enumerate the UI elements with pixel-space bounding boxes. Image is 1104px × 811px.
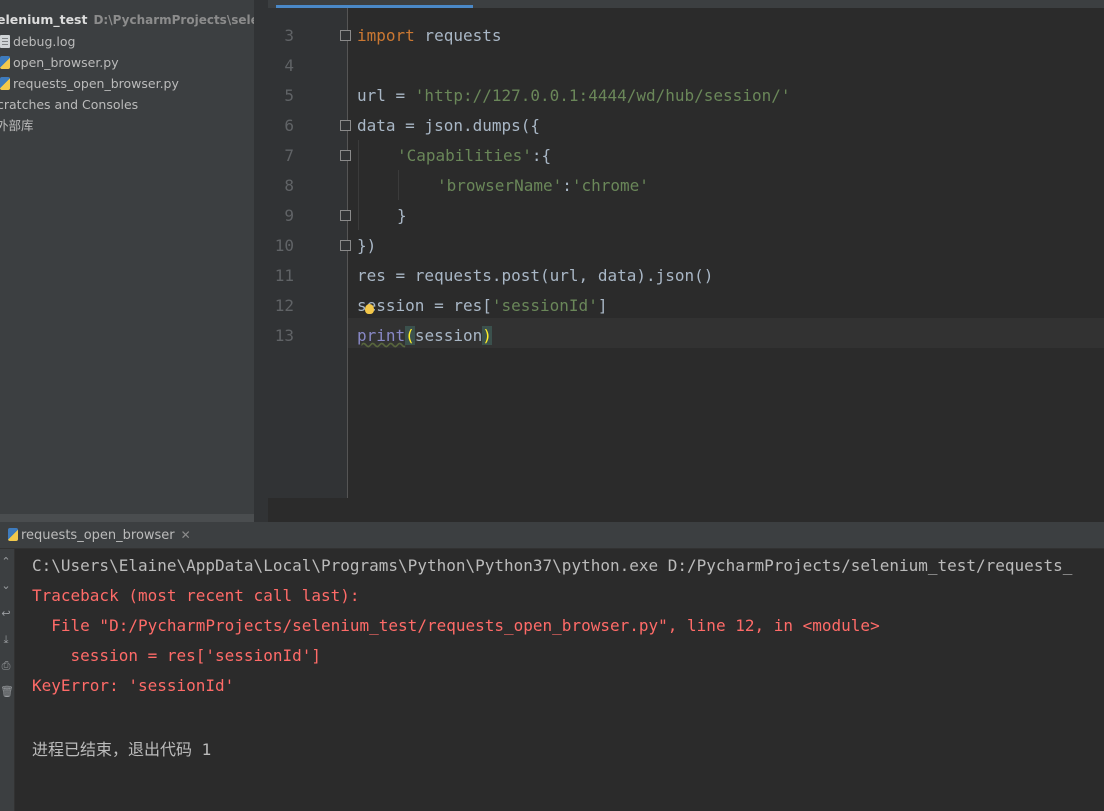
line-number: 5 bbox=[284, 86, 294, 105]
code-line-11: res = requests.post(url, data).json() bbox=[357, 266, 713, 285]
run-tab-bar: requests_open_browser ✕ bbox=[0, 522, 1104, 549]
code-line-6: data = json.dumps({ bbox=[357, 116, 540, 135]
editor-bottom-strip bbox=[268, 498, 1104, 522]
tree-item-open-browser[interactable]: open_browser.py bbox=[0, 53, 119, 73]
fold-marker-icon[interactable] bbox=[340, 240, 351, 251]
project-root-path: D:\PycharmProjects\selenium_te bbox=[93, 13, 254, 27]
fold-marker-icon[interactable] bbox=[340, 210, 351, 221]
run-tab-requests-open-browser[interactable]: requests_open_browser ✕ bbox=[0, 522, 197, 549]
line-number: 8 bbox=[284, 176, 294, 195]
trash-icon[interactable]: 🗑 bbox=[0, 685, 14, 698]
code-line-12: session = res['sessionId'] bbox=[357, 296, 607, 315]
tree-item-requests-open-browser[interactable]: requests_open_browser.py bbox=[0, 74, 179, 94]
code-token: } bbox=[397, 206, 407, 225]
string-token: 'chrome' bbox=[571, 176, 649, 195]
python-file-icon bbox=[0, 56, 10, 69]
tab-requests-open-browser[interactable] bbox=[276, 0, 473, 8]
run-panel: requests_open_browser ✕ ⌃ ⌄ ↩ ⤓ ⎙ 🗑 C:\Us… bbox=[0, 522, 1104, 811]
console-traceback-header: Traceback (most recent call last): bbox=[32, 586, 360, 605]
console-error-line: KeyError: 'sessionId' bbox=[32, 676, 235, 695]
print-icon[interactable]: ⎙ bbox=[0, 659, 12, 673]
tree-item-label: cratches and Consoles bbox=[0, 97, 139, 112]
project-root-name: elenium_test bbox=[0, 12, 88, 27]
python-file-icon bbox=[0, 77, 10, 90]
code-token: :{ bbox=[531, 146, 552, 165]
code-token: session = res[ bbox=[357, 296, 492, 315]
tree-item-scratches[interactable]: cratches and Consoles bbox=[0, 95, 138, 115]
indent-guide bbox=[398, 170, 399, 200]
code-editor[interactable]: 3 4 5 6 7 8 9 10 11 12 13 import request… bbox=[268, 0, 1104, 498]
line-number: 11 bbox=[274, 266, 294, 285]
line-number: 12 bbox=[274, 296, 294, 315]
builtin-token: print bbox=[357, 326, 406, 345]
project-root-item[interactable]: elenium_test D:\PycharmProjects\selenium_… bbox=[0, 10, 254, 30]
run-toolbar: ⌃ ⌄ ↩ ⤓ ⎙ 🗑 bbox=[0, 549, 15, 811]
tab-open-browser[interactable] bbox=[480, 0, 610, 8]
string-token: 'browserName' bbox=[437, 176, 563, 195]
code-token: ] bbox=[597, 296, 608, 315]
tree-item-label: 外部库 bbox=[0, 118, 34, 133]
line-number: 6 bbox=[284, 116, 294, 135]
line-number: 4 bbox=[284, 56, 294, 75]
lightbulb-icon[interactable] bbox=[365, 304, 374, 314]
close-icon[interactable]: ✕ bbox=[181, 528, 191, 542]
code-line-13: print(session) bbox=[357, 326, 492, 345]
string-token: 'http://127.0.0.1:4444/wd/hub/session/' bbox=[414, 86, 791, 105]
python-file-icon bbox=[8, 528, 18, 541]
keyword-token: import bbox=[357, 26, 415, 45]
console-code-line: session = res['sessionId'] bbox=[32, 646, 321, 665]
fold-marker-icon[interactable] bbox=[340, 120, 351, 131]
line-number: 13 bbox=[274, 326, 294, 345]
console-file-line: File "D:/PycharmProjects/selenium_test/r… bbox=[32, 616, 880, 635]
line-number: 3 bbox=[284, 26, 294, 45]
line-number: 7 bbox=[284, 146, 294, 165]
code-token: requests bbox=[414, 26, 502, 45]
editor-tab-strip bbox=[268, 0, 1104, 8]
tree-item-label: open_browser.py bbox=[13, 55, 119, 70]
code-token: url = bbox=[357, 86, 415, 105]
console-exit-message: 进程已结束，退出代码 1 bbox=[32, 740, 212, 759]
string-token: 'Capabilities' bbox=[397, 146, 532, 165]
string-token: 'sessionId' bbox=[491, 296, 598, 315]
code-line-8: 'browserName':'chrome' bbox=[437, 176, 649, 195]
console-command-line: C:\Users\Elaine\AppData\Local\Programs\P… bbox=[32, 556, 1073, 575]
project-header-strip bbox=[0, 0, 254, 6]
line-number: 9 bbox=[284, 206, 294, 225]
fold-marker-icon[interactable] bbox=[340, 30, 351, 41]
gutter-separator bbox=[347, 8, 348, 498]
log-file-icon bbox=[0, 35, 10, 48]
run-tab-label: requests_open_browser bbox=[21, 528, 175, 543]
code-token: res = requests.post(url, data).json() bbox=[357, 266, 714, 285]
code-token: session bbox=[414, 326, 483, 345]
code-line-10: }) bbox=[357, 236, 376, 255]
traceback-file-link[interactable]: D:/PycharmProjects/selenium_test/request… bbox=[109, 616, 658, 635]
brace-match-open: ( bbox=[405, 326, 415, 345]
code-token: data = json.dumps({ bbox=[357, 116, 541, 135]
code-line-9: } bbox=[397, 206, 407, 225]
fold-marker-icon[interactable] bbox=[340, 150, 351, 161]
tree-item-external-libraries[interactable]: 外部库 bbox=[0, 116, 34, 136]
code-line-5: url = 'http://127.0.0.1:4444/wd/hub/sess… bbox=[357, 86, 790, 105]
brace-match-close: ) bbox=[482, 326, 492, 345]
scroll-to-end-icon[interactable]: ⤓ bbox=[0, 633, 12, 647]
code-line-3: import requests bbox=[357, 26, 502, 45]
down-arrow-icon[interactable]: ⌄ bbox=[0, 579, 12, 592]
project-horizontal-scrollbar[interactable] bbox=[0, 514, 254, 522]
tree-item-label: requests_open_browser.py bbox=[13, 76, 179, 91]
code-token: : bbox=[562, 176, 572, 195]
file-suffix: ", line 12, in <module> bbox=[658, 616, 880, 635]
file-prefix: File " bbox=[32, 616, 110, 635]
up-arrow-icon[interactable]: ⌃ bbox=[0, 555, 12, 568]
code-line-7: 'Capabilities':{ bbox=[397, 146, 551, 165]
line-number: 10 bbox=[274, 236, 294, 255]
project-panel: elenium_test D:\PycharmProjects\selenium_… bbox=[0, 0, 254, 522]
panel-splitter[interactable] bbox=[254, 0, 268, 522]
tree-item-label: debug.log bbox=[13, 34, 76, 49]
code-token: }) bbox=[357, 236, 377, 255]
indent-guide bbox=[358, 140, 359, 230]
soft-wrap-icon[interactable]: ↩ bbox=[0, 607, 12, 620]
tree-item-debug-log[interactable]: debug.log bbox=[0, 32, 75, 52]
